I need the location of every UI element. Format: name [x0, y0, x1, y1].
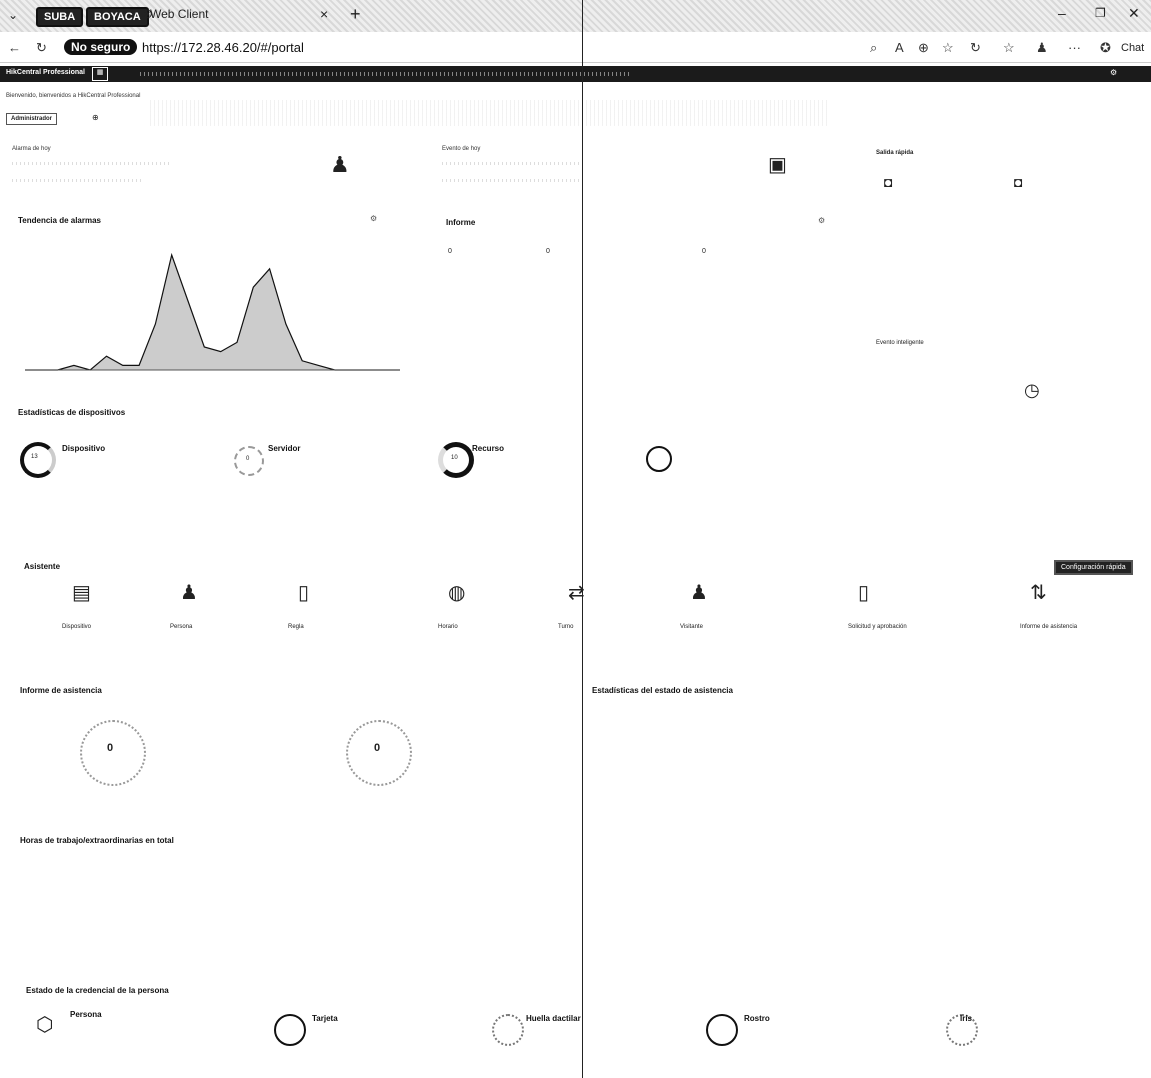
not-secure-badge[interactable]: No seguro [64, 39, 138, 55]
alarmas-line-2 [12, 179, 142, 182]
quick-exit-icon-2[interactable]: ◘ [1014, 174, 1022, 190]
device-total: 13 [31, 454, 38, 460]
nav-settings-icon[interactable]: ⚙ [1110, 68, 1117, 77]
asistente-0-label[interactable]: Dispositivo [62, 624, 91, 630]
asistente-2-icon[interactable]: ▯ [298, 580, 309, 605]
refresh-extension-icon[interactable]: ↻ [970, 40, 981, 56]
tarjeta-label: Tarjeta [312, 1014, 338, 1023]
search-icon[interactable]: ⌕ [870, 40, 877, 56]
eventos-line-2 [442, 179, 582, 182]
status-ok-icon [646, 446, 672, 472]
tab-group-boyaca[interactable]: BOYACA [86, 7, 149, 27]
asistente-7-label[interactable]: Informe de asistencia [1020, 624, 1077, 630]
informe-asistencia-title: Informe de asistencia [20, 686, 102, 695]
server-total: 0 [246, 456, 250, 462]
persona-label: Persona [70, 1010, 102, 1019]
tab-administrador[interactable]: Administrador [6, 113, 58, 125]
breadcrumb: Bienvenido, bienvenidos a HikCentral Pro… [6, 93, 141, 99]
asistente-4-label[interactable]: Turno [558, 624, 573, 630]
clock-icon: ◷ [1024, 380, 1040, 400]
tendencia-title: Tendencia de alarmas [18, 216, 101, 225]
resource-total: 10 [451, 455, 458, 461]
quick-exit-icon-1[interactable]: ◘ [884, 174, 892, 190]
asistente-2-label[interactable]: Regla [288, 624, 304, 630]
tab-group-suba[interactable]: SUBA [36, 7, 84, 27]
read-aloud-icon[interactable]: A [895, 40, 904, 55]
estado-credencial-title: Estado de la credencial de la persona [26, 986, 169, 995]
informe-title: Informe [446, 218, 476, 227]
rostro-ring [706, 1014, 738, 1046]
salida-rapida-title: Salida rápida [876, 150, 914, 156]
configuracion-rapida-button[interactable]: Configuración rápida [1054, 560, 1133, 575]
asistencia-total-1: 0 [107, 742, 114, 754]
trend-area [25, 255, 400, 370]
reload-icon[interactable]: ↻ [36, 40, 47, 56]
tarjeta-ring [274, 1014, 306, 1046]
app-home-icon[interactable]: ▦ [92, 67, 108, 81]
new-tab-icon[interactable]: + [350, 4, 361, 25]
persona-credential-icon: ⬡ [36, 1014, 54, 1036]
app-brand[interactable]: HikCentral Professional [6, 69, 85, 76]
asistente-1-icon[interactable]: ♟ [180, 580, 198, 605]
asistencia-total-2: 0 [374, 742, 381, 754]
tab-list-chevron-icon[interactable]: ⌄ [8, 8, 18, 22]
alarmas-title: Alarma de hoy [12, 146, 51, 152]
back-icon[interactable]: ← [8, 40, 21, 55]
zoom-icon[interactable]: ⊕ [918, 40, 929, 56]
horas-trabajo-title: Horas de trabajo/extraordinarias en tota… [20, 836, 174, 845]
eventos-title: Evento de hoy [442, 146, 481, 152]
favorite-icon[interactable]: ☆ [942, 40, 954, 56]
alarmas-line-1 [12, 162, 172, 165]
informe-value-b: 0 [546, 248, 550, 255]
asistente-6-label[interactable]: Solicitud y aprobación [848, 624, 907, 630]
app-nav-menu[interactable] [140, 72, 630, 76]
huella-label: Huella dactilar [526, 1014, 581, 1023]
asistente-7-icon[interactable]: ⇅ [1030, 580, 1047, 605]
asistente-0-icon[interactable]: ▤ [72, 580, 91, 605]
informe-settings-icon[interactable]: ⚙ [818, 216, 825, 225]
iris-label: Iris [960, 1014, 973, 1023]
estadisticas-dispositivos-title: Estadísticas de dispositivos [18, 408, 126, 417]
dispositivo-label: Dispositivo [62, 444, 106, 453]
close-tab-icon[interactable]: × [320, 6, 328, 22]
huella-ring [492, 1014, 524, 1046]
device-ring [20, 442, 56, 478]
active-tab-title[interactable]: Web Client [150, 7, 208, 21]
alarm-trend-chart [25, 252, 400, 371]
estadisticas-estado-title: Estadísticas del estado de asistencia [592, 686, 733, 695]
servidor-label: Servidor [268, 444, 301, 453]
asistente-title: Asistente [24, 562, 61, 571]
eventos-line-1 [442, 162, 582, 165]
person-alarm-icon: ♟ [330, 152, 350, 177]
asistente-5-label[interactable]: Visitante [680, 624, 703, 630]
recurso-label: Recurso [472, 444, 505, 453]
banner-pattern [150, 100, 830, 126]
add-tab-icon[interactable]: ⊕ [92, 113, 99, 122]
informe-value-a: 0 [448, 248, 452, 255]
screen-divider [582, 0, 583, 1078]
chat-button[interactable]: Chat [1121, 42, 1144, 54]
rostro-label: Rostro [744, 1014, 770, 1023]
profile-icon[interactable]: ♟ [1036, 40, 1048, 56]
copilot-icon[interactable]: ✪ [1100, 40, 1111, 56]
asistente-6-icon[interactable]: ▯ [858, 580, 869, 605]
restore-icon[interactable]: ❐ [1095, 6, 1106, 20]
event-camera-icon: ▣ [768, 154, 787, 176]
minimize-icon[interactable]: – [1058, 5, 1066, 21]
asistente-1-label[interactable]: Persona [170, 624, 192, 630]
asistente-5-icon[interactable]: ♟ [690, 580, 708, 605]
close-window-icon[interactable]: ✕ [1128, 5, 1140, 22]
side-panel-title: Evento inteligente [876, 340, 924, 346]
favorites-bar-icon[interactable]: ☆ [1003, 40, 1015, 56]
url-field[interactable]: https://172.28.46.20/#/portal [142, 40, 304, 55]
asistente-3-icon[interactable]: ◍ [448, 580, 465, 605]
informe-value-c: 0 [702, 248, 706, 255]
tendencia-settings-icon[interactable]: ⚙ [370, 214, 377, 223]
asistente-3-label[interactable]: Horario [438, 624, 458, 630]
more-options-icon[interactable]: ··· [1068, 40, 1081, 55]
